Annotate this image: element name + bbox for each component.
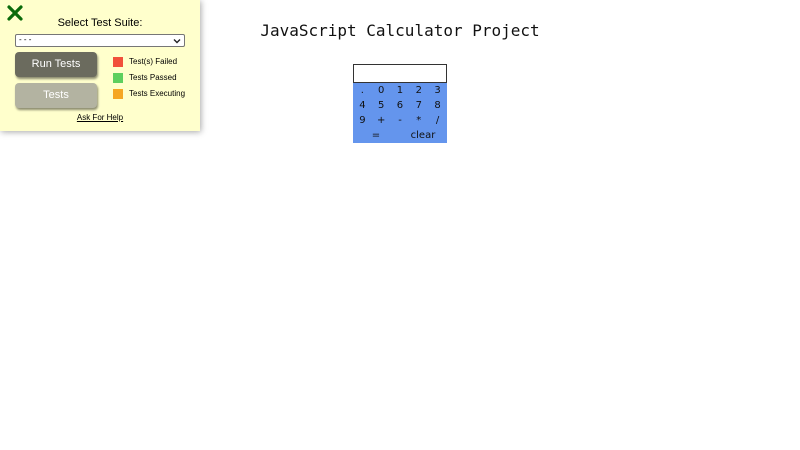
key-multiply[interactable]: *: [409, 113, 428, 128]
key-5[interactable]: 5: [372, 98, 391, 113]
key-1[interactable]: 1: [391, 83, 410, 98]
run-tests-button[interactable]: Run Tests: [15, 52, 97, 77]
key-decimal[interactable]: .: [353, 83, 372, 98]
calculator: . 0 1 2 3 4 5 6 7 8 9 + - * / = clear: [353, 64, 447, 143]
key-divide[interactable]: /: [428, 113, 447, 128]
keypad: . 0 1 2 3 4 5 6 7 8 9 + - * / = clear: [353, 83, 447, 143]
key-2[interactable]: 2: [409, 83, 428, 98]
key-equals[interactable]: =: [353, 128, 399, 143]
failed-swatch: [113, 57, 123, 67]
test-panel: Select Test Suite: - - - Run Tests Tests…: [0, 0, 200, 131]
key-0[interactable]: 0: [372, 83, 391, 98]
legend-label: Tests Executing: [129, 89, 186, 98]
page-title: JavaScript Calculator Project: [260, 21, 540, 40]
ask-for-help-link[interactable]: Ask For Help: [0, 113, 200, 122]
chevron-down-icon: [173, 39, 181, 44]
key-9[interactable]: 9: [353, 113, 372, 128]
key-7[interactable]: 7: [409, 98, 428, 113]
calculator-display[interactable]: [353, 64, 447, 83]
executing-swatch: [113, 89, 123, 99]
key-8[interactable]: 8: [428, 98, 447, 113]
key-4[interactable]: 4: [353, 98, 372, 113]
page: Select Test Suite: - - - Run Tests Tests…: [0, 0, 800, 450]
legend-label: Test(s) Failed: [129, 57, 178, 66]
key-clear[interactable]: clear: [399, 128, 447, 143]
tests-button[interactable]: Tests: [15, 83, 97, 108]
key-minus[interactable]: -: [391, 113, 410, 128]
key-6[interactable]: 6: [391, 98, 410, 113]
passed-swatch: [113, 73, 123, 83]
test-suite-select[interactable]: - - -: [15, 34, 185, 47]
suite-select-value: - - -: [19, 35, 32, 44]
legend-label: Tests Passed: [129, 73, 177, 82]
key-plus[interactable]: +: [372, 113, 391, 128]
key-3[interactable]: 3: [428, 83, 447, 98]
suite-label: Select Test Suite:: [57, 17, 143, 29]
